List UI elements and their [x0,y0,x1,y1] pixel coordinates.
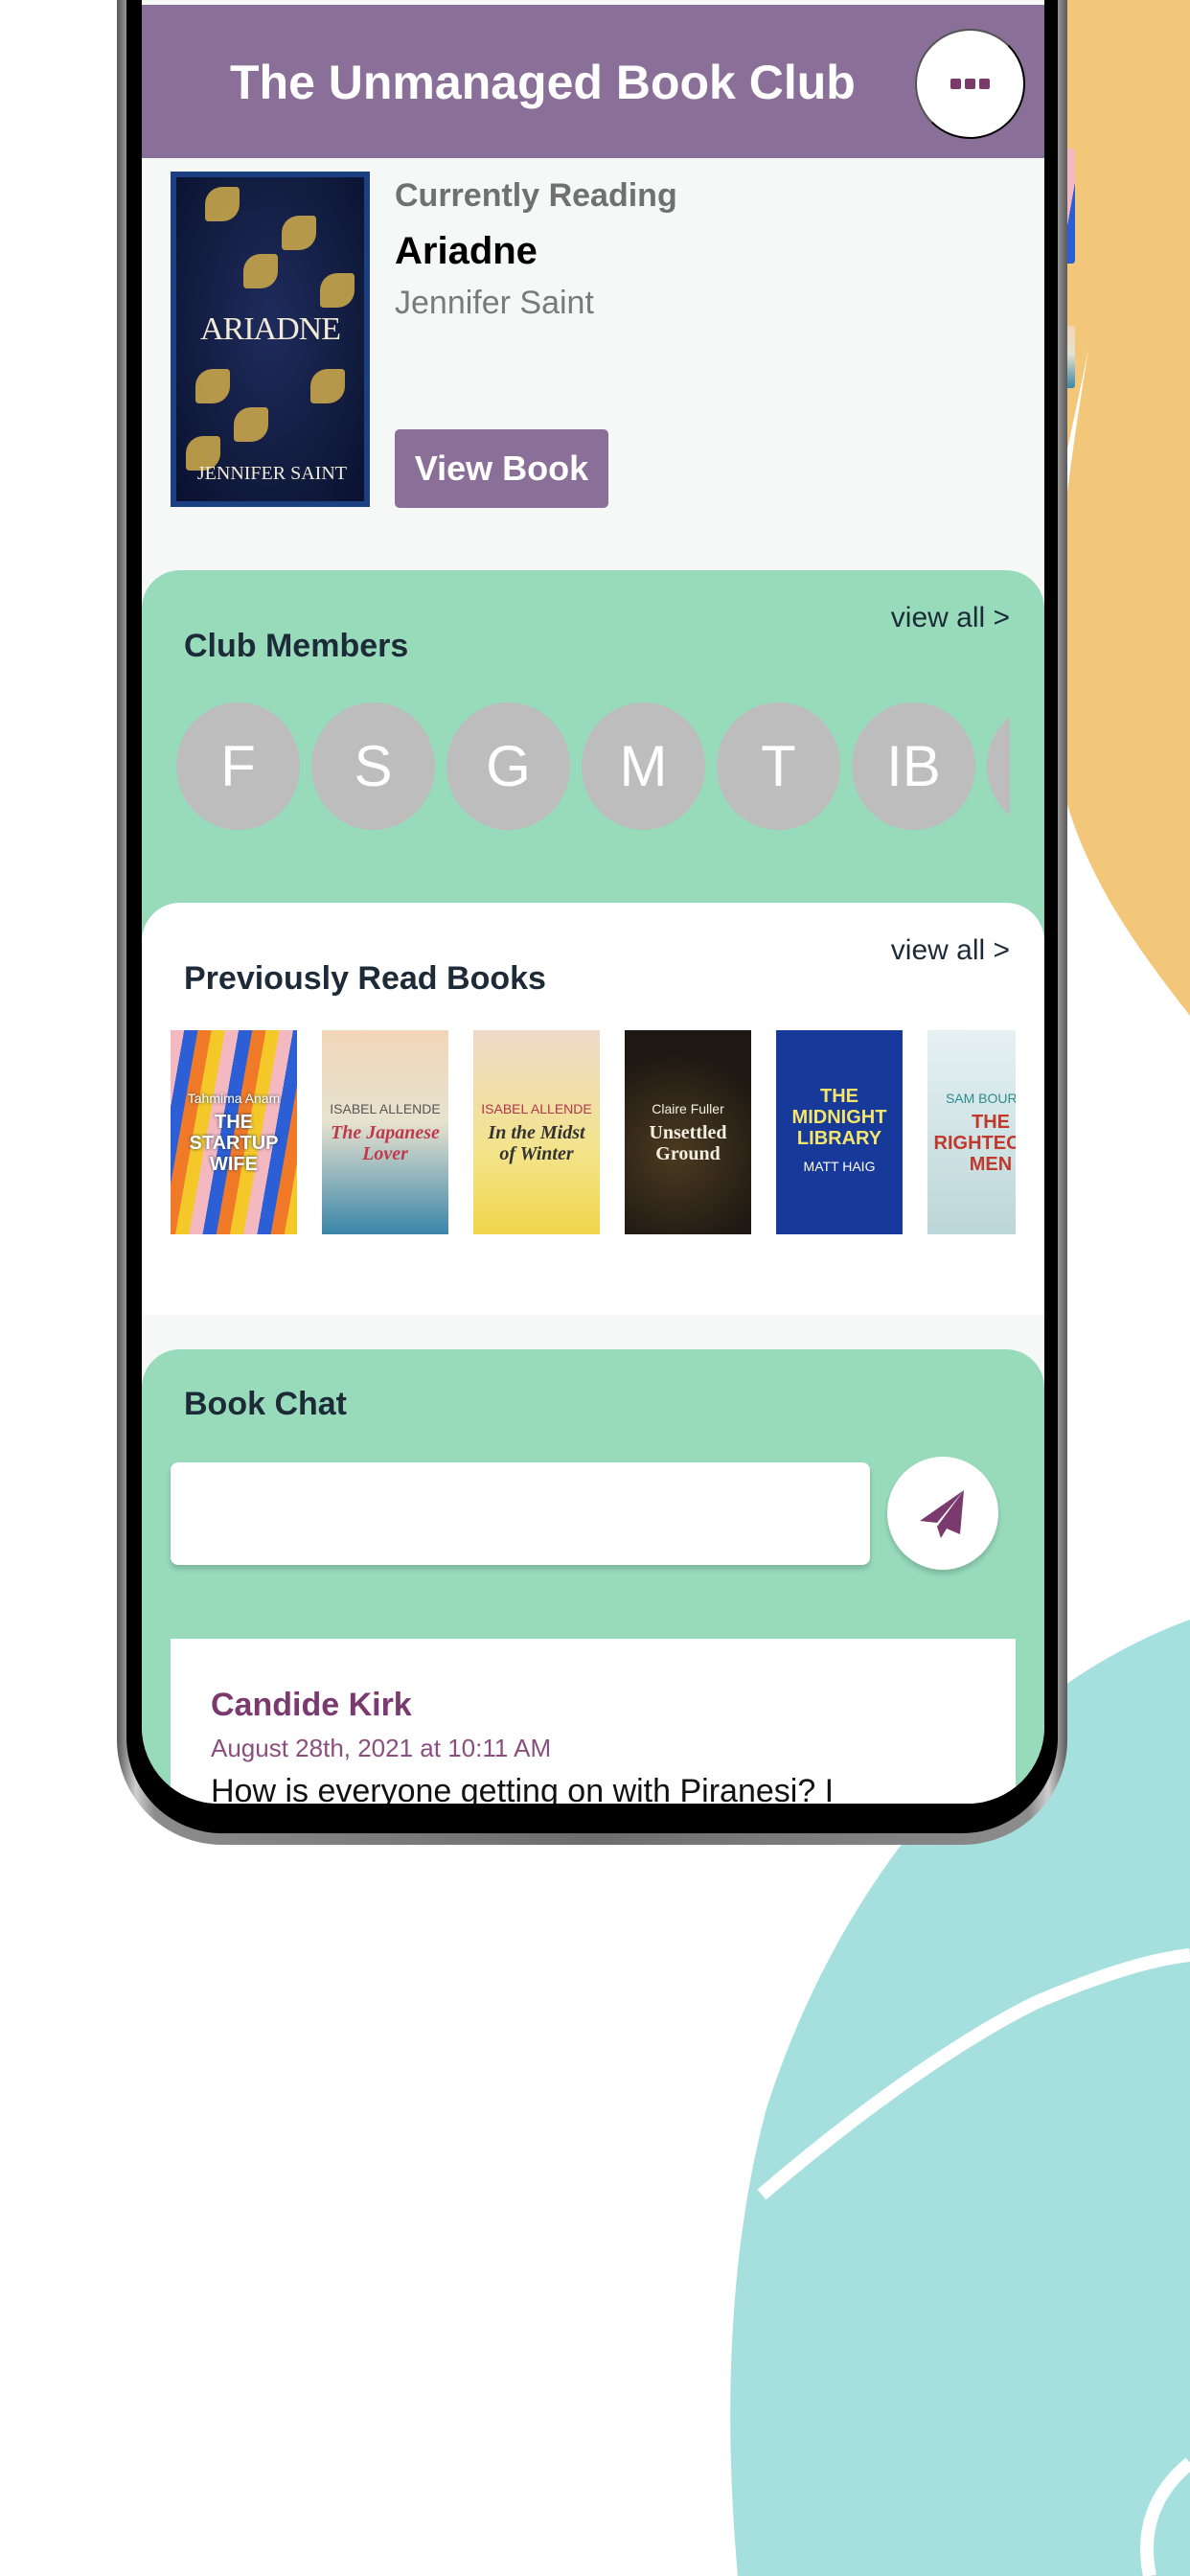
cover-leaf-decoration [234,407,268,442]
chat-message-input[interactable] [171,1462,870,1565]
view-book-button[interactable]: View Book [395,429,608,508]
book-cover[interactable]: ISABEL ALLENDE The Japanese Lover [322,1030,448,1234]
book-cover-author: SAM BOURNE [945,1090,1016,1106]
currently-reading-section: ARIADNE JENNIFER SAINT Currently Reading… [142,158,1044,570]
book-cover-author: ISABEL ALLENDE [330,1100,441,1116]
book-cover-title: Unsettled Ground [649,1121,727,1164]
previously-read-section: Previously Read Books view all > Tahmima… [142,903,1044,1315]
more-options-button[interactable] [915,29,1025,139]
app-screen: The Unmanaged Book Club ARIADNE JENNIFER… [142,0,1044,1804]
member-avatar[interactable] [987,702,1010,830]
book-cover-title: THE STARTUP WIFE [189,1111,279,1175]
cover-leaf-decoration [195,369,230,403]
cover-title-text: ARIADNE [200,311,341,347]
book-cover[interactable]: Tahmima Anam THE STARTUP WIFE [171,1030,297,1234]
current-book-title: Ariadne [395,230,538,272]
cover-author-text: JENNIFER SAINT [196,463,347,484]
currently-reading-label: Currently Reading [395,177,677,214]
club-members-section: Club Members view all > F S G M T IB [142,570,1044,954]
message-timestamp: August 28th, 2021 at 10:11 AM [211,1734,552,1762]
book-chat-title: Book Chat [184,1386,347,1422]
member-avatar[interactable]: IB [852,702,975,830]
message-text: How is everyone getting on with Piranesi… [211,1773,835,1804]
book-cover-author: Tahmima Anam [187,1090,281,1106]
book-cover-title: THE MIDNIGHT LIBRARY [791,1085,887,1149]
member-avatar[interactable]: F [176,702,300,830]
cover-leaf-decoration [282,216,316,250]
book-cover[interactable]: Claire Fuller Unsettled Ground [625,1030,751,1234]
more-dots-icon [950,79,961,89]
book-cover-author: ISABEL ALLENDE [481,1100,592,1116]
book-cover-title: THE RIGHTEOUS MEN [933,1111,1016,1175]
member-avatar[interactable]: M [582,702,705,830]
book-cover[interactable]: THE MIDNIGHT LIBRARY MATT HAIG [776,1030,903,1234]
member-avatar[interactable]: S [311,702,435,830]
power-button [1067,326,1075,388]
previously-read-title: Previously Read Books [184,960,546,997]
previous-books-list[interactable]: Tahmima Anam THE STARTUP WIFE ISABEL ALL… [171,1030,1016,1234]
book-chat-section: Book Chat Candide Kirk August 28th, 2021… [142,1349,1044,1804]
more-dots-icon [965,79,975,89]
book-cover-author: Claire Fuller [652,1100,724,1116]
cover-leaf-decoration [243,254,278,288]
volume-button [1067,149,1075,264]
cover-leaf-decoration [205,187,240,221]
more-dots-icon [979,79,990,89]
paper-plane-icon [920,1490,964,1538]
member-avatar[interactable]: T [717,702,840,830]
cover-leaf-decoration [320,273,355,308]
books-view-all-link[interactable]: view all > [891,934,1010,967]
book-cover-author: MATT HAIG [803,1158,876,1174]
current-book-cover[interactable]: ARIADNE JENNIFER SAINT [171,172,370,507]
app-title: The Unmanaged Book Club [230,56,856,109]
send-message-button[interactable] [887,1457,998,1570]
chat-message: Candide Kirk August 28th, 2021 at 10:11 … [171,1639,1016,1804]
app-header: The Unmanaged Book Club [142,5,1044,158]
book-cover-title: In the Midst of Winter [488,1121,585,1164]
club-members-title: Club Members [184,628,409,664]
book-cover[interactable]: SAM BOURNE THE RIGHTEOUS MEN [927,1030,1016,1234]
member-avatar[interactable]: G [446,702,570,830]
members-avatar-list[interactable]: F S G M T IB [176,702,1010,832]
cover-leaf-decoration [310,369,345,403]
members-view-all-link[interactable]: view all > [891,602,1010,634]
current-book-author: Jennifer Saint [395,285,594,321]
message-author[interactable]: Candide Kirk [211,1687,1016,1724]
book-cover-title: The Japanese Lover [331,1121,440,1164]
book-cover[interactable]: ISABEL ALLENDE In the Midst of Winter [473,1030,600,1234]
